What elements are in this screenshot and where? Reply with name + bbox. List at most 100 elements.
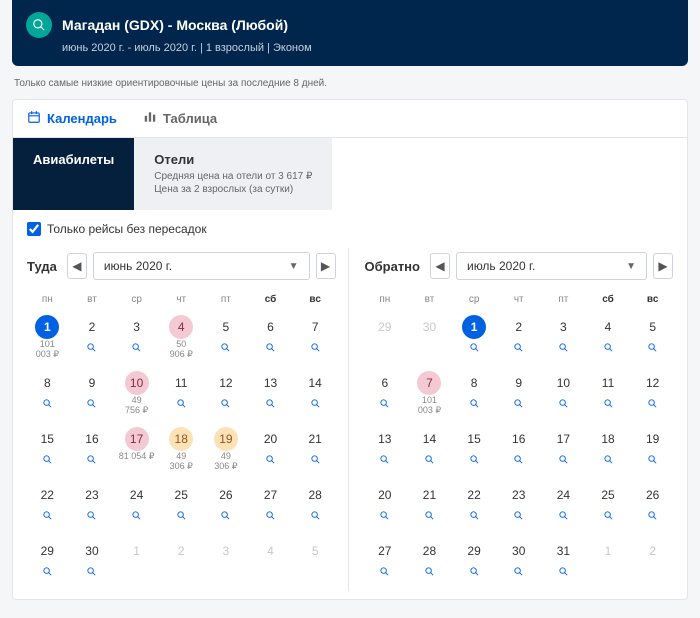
direction-label: Туда — [27, 259, 57, 274]
calendar-day[interactable]: 25 — [159, 479, 204, 535]
search-icon — [469, 510, 480, 524]
calendar-day[interactable]: 18 — [586, 423, 631, 479]
calendar-day[interactable]: 27 — [248, 479, 293, 535]
calendar-day[interactable]: 1 — [452, 311, 497, 367]
calendar-day[interactable]: 28 — [293, 479, 338, 535]
day-number: 16 — [507, 427, 531, 451]
calendar-day[interactable]: 14 — [407, 423, 452, 479]
calendar-day[interactable]: 20 — [248, 423, 293, 479]
calendar-day[interactable]: 24 — [114, 479, 159, 535]
tab-table-label: Таблица — [163, 111, 217, 126]
calendar-day[interactable]: 4 — [586, 311, 631, 367]
calendar-day[interactable]: 13 — [363, 423, 408, 479]
calendar-day[interactable]: 12 — [630, 367, 675, 423]
calendar-day: 2 — [630, 535, 675, 591]
direct-only-label: Только рейсы без пересадок — [47, 222, 207, 236]
day-number: 29 — [373, 315, 397, 339]
search-icon — [42, 454, 53, 468]
day-number: 7 — [417, 371, 441, 395]
calendar-day[interactable]: 27 — [363, 535, 408, 591]
weekday: вт — [407, 294, 452, 305]
calendar-day[interactable]: 450906 ₽ — [159, 311, 204, 367]
calendar-day[interactable]: 25 — [586, 479, 631, 535]
calendar-day[interactable]: 16 — [70, 423, 115, 479]
tab-calendar[interactable]: Календарь — [27, 110, 117, 127]
tab-table[interactable]: Таблица — [143, 110, 217, 127]
month-select[interactable]: июнь 2020 г.▼ — [93, 252, 310, 280]
calendar-day[interactable]: 22 — [25, 479, 70, 535]
search-icon — [176, 398, 187, 412]
calendar-day[interactable]: 30 — [496, 535, 541, 591]
calendar-day[interactable]: 8 — [25, 367, 70, 423]
search-icon — [86, 342, 97, 356]
weekday: ср — [452, 294, 497, 305]
tab-hotels[interactable]: Отели Средняя цена на отели от 3 617 ₽ Ц… — [134, 138, 332, 210]
calendar-day[interactable]: 5 — [630, 311, 675, 367]
calendar-day[interactable]: 14 — [293, 367, 338, 423]
direct-only-checkbox[interactable] — [27, 222, 41, 236]
calendar-day[interactable]: 31 — [541, 535, 586, 591]
search-icon — [603, 510, 614, 524]
calendar-day[interactable]: 6 — [363, 367, 408, 423]
calendar-day[interactable]: 23 — [70, 479, 115, 535]
calendar-day[interactable]: 15 — [452, 423, 497, 479]
calendar-day[interactable]: 26 — [630, 479, 675, 535]
search-icon — [131, 510, 142, 524]
day-number: 23 — [80, 483, 104, 507]
calendar-day[interactable]: 29 — [452, 535, 497, 591]
calendar-day[interactable]: 12 — [204, 367, 249, 423]
calendar-day[interactable]: 1949306 ₽ — [204, 423, 249, 479]
day-number: 14 — [417, 427, 441, 451]
calendar-day[interactable]: 10 — [541, 367, 586, 423]
calendar-day[interactable]: 8 — [452, 367, 497, 423]
search-icon — [558, 510, 569, 524]
calendar-day[interactable]: 19 — [630, 423, 675, 479]
calendar-day[interactable]: 28 — [407, 535, 452, 591]
calendar-day[interactable]: 21 — [293, 423, 338, 479]
calendar-day[interactable]: 2 — [496, 311, 541, 367]
calendar-day[interactable]: 2 — [70, 311, 115, 367]
search-summary[interactable]: Магадан (GDX) - Москва (Любой) июнь 2020… — [12, 0, 688, 66]
search-icon — [379, 398, 390, 412]
calendar-day[interactable]: 9 — [70, 367, 115, 423]
calendar-day[interactable]: 9 — [496, 367, 541, 423]
calendar-day[interactable]: 26 — [204, 479, 249, 535]
calendar-day[interactable]: 23 — [496, 479, 541, 535]
calendars: Туда◀июнь 2020 г.▼▶пнвтсрчтптсбвс1101003… — [13, 248, 687, 599]
search-icon — [469, 342, 480, 356]
weekday: вт — [70, 294, 115, 305]
days-grid: 1101003 ₽23450906 ₽567891049756 ₽1112131… — [19, 311, 344, 591]
next-month-button[interactable]: ▶ — [316, 253, 336, 279]
direction-label: Обратно — [365, 259, 420, 274]
month-select[interactable]: июль 2020 г.▼ — [456, 252, 647, 280]
calendar-day[interactable]: 11 — [159, 367, 204, 423]
prev-month-button[interactable]: ◀ — [67, 253, 87, 279]
calendar-day[interactable]: 1049756 ₽ — [114, 367, 159, 423]
calendar-day[interactable]: 5 — [204, 311, 249, 367]
calendar-day[interactable]: 16 — [496, 423, 541, 479]
day-number: 24 — [125, 483, 149, 507]
search-icon — [310, 510, 321, 524]
tab-flights[interactable]: Авиабилеты — [13, 138, 134, 210]
calendar-day[interactable]: 7 — [293, 311, 338, 367]
calendar-day[interactable]: 17 — [541, 423, 586, 479]
calendar-day[interactable]: 3 — [541, 311, 586, 367]
calendar-day[interactable]: 1849306 ₽ — [159, 423, 204, 479]
next-month-button[interactable]: ▶ — [653, 253, 673, 279]
calendar-day[interactable]: 1101003 ₽ — [25, 311, 70, 367]
calendar-day[interactable]: 24 — [541, 479, 586, 535]
calendar-day[interactable]: 3 — [114, 311, 159, 367]
prev-month-button[interactable]: ◀ — [430, 253, 450, 279]
calendar-day[interactable]: 1781 054 ₽ — [114, 423, 159, 479]
calendar-day[interactable]: 7101003 ₽ — [407, 367, 452, 423]
calendar-day[interactable]: 22 — [452, 479, 497, 535]
calendar-day[interactable]: 15 — [25, 423, 70, 479]
calendar-day[interactable]: 20 — [363, 479, 408, 535]
calendar-day[interactable]: 11 — [586, 367, 631, 423]
calendar-day[interactable]: 6 — [248, 311, 293, 367]
calendar-day[interactable]: 29 — [25, 535, 70, 591]
calendar-day[interactable]: 21 — [407, 479, 452, 535]
calendar-day[interactable]: 13 — [248, 367, 293, 423]
search-icon — [220, 398, 231, 412]
calendar-day[interactable]: 30 — [70, 535, 115, 591]
